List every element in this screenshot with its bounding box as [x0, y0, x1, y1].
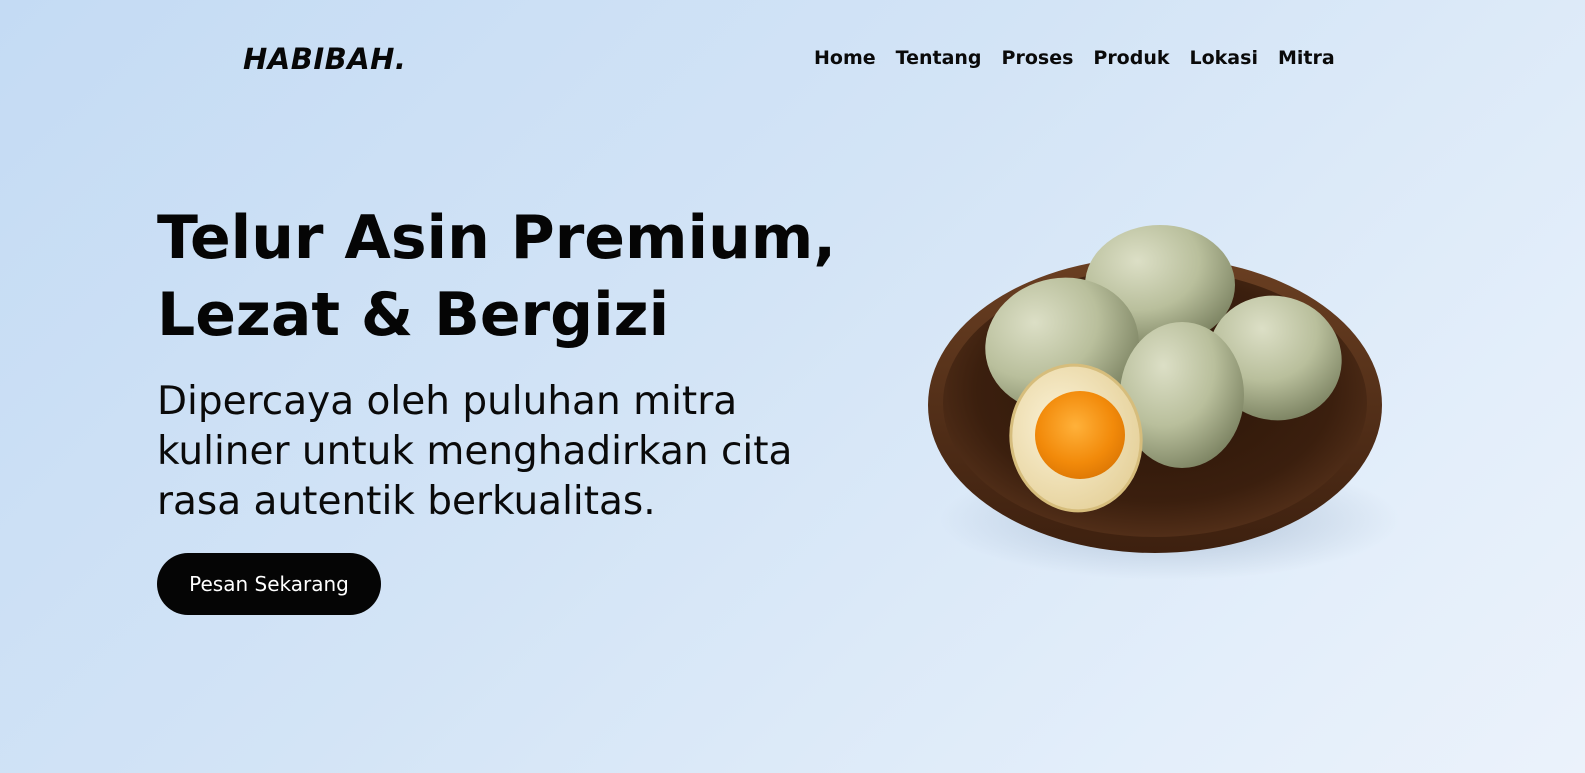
- nav-item-proses[interactable]: Proses: [1002, 47, 1074, 69]
- hero-title: Telur Asin Premium, Lezat & Bergizi: [157, 200, 877, 354]
- nav-item-mitra[interactable]: Mitra: [1278, 47, 1335, 69]
- hero-title-line1: Telur Asin Premium,: [157, 203, 837, 273]
- bottom-strip: [0, 764, 1585, 773]
- hero-subtitle: Dipercaya oleh puluhan mitra kuliner unt…: [157, 379, 793, 524]
- hero-title-line2: Lezat & Bergizi: [157, 280, 670, 350]
- nav-item-lokasi[interactable]: Lokasi: [1190, 47, 1258, 69]
- halved-egg-yolk: [1035, 391, 1125, 479]
- order-now-button[interactable]: Pesan Sekarang: [157, 553, 381, 615]
- nav-item-home[interactable]: Home: [814, 47, 876, 69]
- site-logo[interactable]: HABIBAH.: [243, 42, 406, 76]
- nav-item-produk[interactable]: Produk: [1093, 47, 1169, 69]
- main-nav: Home Tentang Proses Produk Lokasi Mitra: [814, 47, 1335, 69]
- salted-eggs-illustration: [928, 225, 1400, 580]
- nav-item-tentang[interactable]: Tentang: [896, 47, 982, 69]
